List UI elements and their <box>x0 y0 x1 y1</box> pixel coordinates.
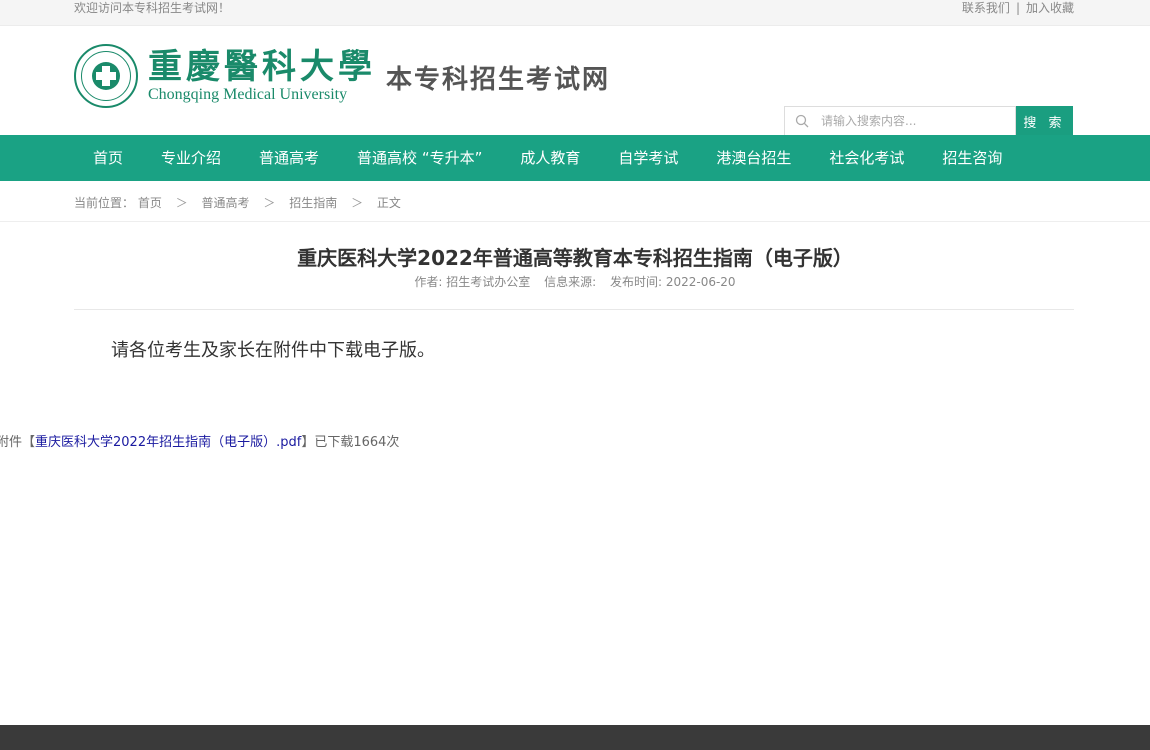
nav-item-upgrade[interactable]: 普通高校 “专升本” <box>338 135 501 181</box>
article-title: 重庆医科大学2022年普通高等教育本专科招生指南（电子版） <box>297 246 853 270</box>
contact-link[interactable]: 联系我们 <box>962 1 1010 15</box>
breadcrumb-prefix: 当前位置： <box>74 196 135 210</box>
attachment-download-count: 】已下载1664次 <box>301 435 400 450</box>
divider <box>74 309 1074 310</box>
logo-text: 重慶醫科大學 Chongqing Medical University <box>148 48 376 104</box>
logo-name-en: Chongqing Medical University <box>148 86 348 103</box>
breadcrumb-arrow: ＞ <box>263 196 276 210</box>
main-nav: 首页 专业介绍 普通高考 普通高校 “专升本” 成人教育 自学考试 港澳台招生 … <box>0 135 1150 181</box>
nav-item-social-exam[interactable]: 社会化考试 <box>810 135 923 181</box>
site-name: 本专科招生考试网 <box>386 64 611 95</box>
search-box <box>784 106 1016 136</box>
nav-item-self-study-exam[interactable]: 自学考试 <box>599 135 697 181</box>
attachment-link[interactable]: 重庆医科大学2022年招生指南（电子版）.pdf <box>35 435 301 450</box>
search-button[interactable]: 搜 索 <box>1016 106 1073 136</box>
search-bar: 搜 索 <box>784 106 1074 136</box>
breadcrumb-current: 正文 <box>376 196 401 210</box>
nav-item-home[interactable]: 首页 <box>74 135 142 181</box>
nav-item-majors[interactable]: 专业介绍 <box>142 135 240 181</box>
article-author: 作者: 招生考试办公室 <box>414 275 531 289</box>
breadcrumb: 当前位置： 首页 ＞ 普通高考 ＞ 招生指南 ＞ 正文 <box>0 181 1150 222</box>
article-meta: 作者: 招生考试办公室 信息来源: 发布时间: 2022-06-20 <box>0 273 1150 290</box>
search-input[interactable] <box>819 113 1003 129</box>
site-logo[interactable]: 重慶醫科大學 Chongqing Medical University 本专科招… <box>74 44 610 108</box>
top-links: 联系我们 | 加入收藏 <box>962 0 1074 16</box>
nav-item-adult-education[interactable]: 成人教育 <box>501 135 599 181</box>
top-bar: 欢迎访问本专科招生考试网！ 联系我们 | 加入收藏 <box>0 0 1150 26</box>
article-source: 信息来源: <box>544 275 597 289</box>
welcome-text: 欢迎访问本专科招生考试网！ <box>74 1 231 15</box>
search-icon <box>795 114 809 128</box>
nav-item-hk-macau-taiwan[interactable]: 港澳台招生 <box>697 135 810 181</box>
header: 重慶醫科大學 Chongqing Medical University 本专科招… <box>0 26 1150 136</box>
bookmark-link[interactable]: 加入收藏 <box>1026 1 1074 15</box>
article-date: 发布时间: 2022-06-20 <box>609 275 736 289</box>
footer <box>0 725 1150 750</box>
top-separator: | <box>1015 1 1020 15</box>
breadcrumb-home[interactable]: 首页 <box>138 196 162 210</box>
breadcrumb-guide[interactable]: 招生指南 <box>289 196 337 210</box>
nav-item-consulting[interactable]: 招生咨询 <box>923 135 1021 181</box>
attachment-line: 附件【重庆医科大学2022年招生指南（电子版）.pdf】已下载1664次 <box>0 431 399 450</box>
breadcrumb-arrow: ＞ <box>351 196 364 210</box>
nav-item-gaokao[interactable]: 普通高考 <box>240 135 338 181</box>
article-body: 请各位考生及家长在附件中下载电子版。 <box>111 340 435 361</box>
breadcrumb-gaokao[interactable]: 普通高考 <box>202 196 250 210</box>
university-emblem-icon <box>74 44 138 108</box>
breadcrumb-arrow: ＞ <box>175 196 188 210</box>
attachment-prefix: 附件【 <box>0 435 36 450</box>
logo-name-cn: 重慶醫科大學 <box>148 47 376 87</box>
